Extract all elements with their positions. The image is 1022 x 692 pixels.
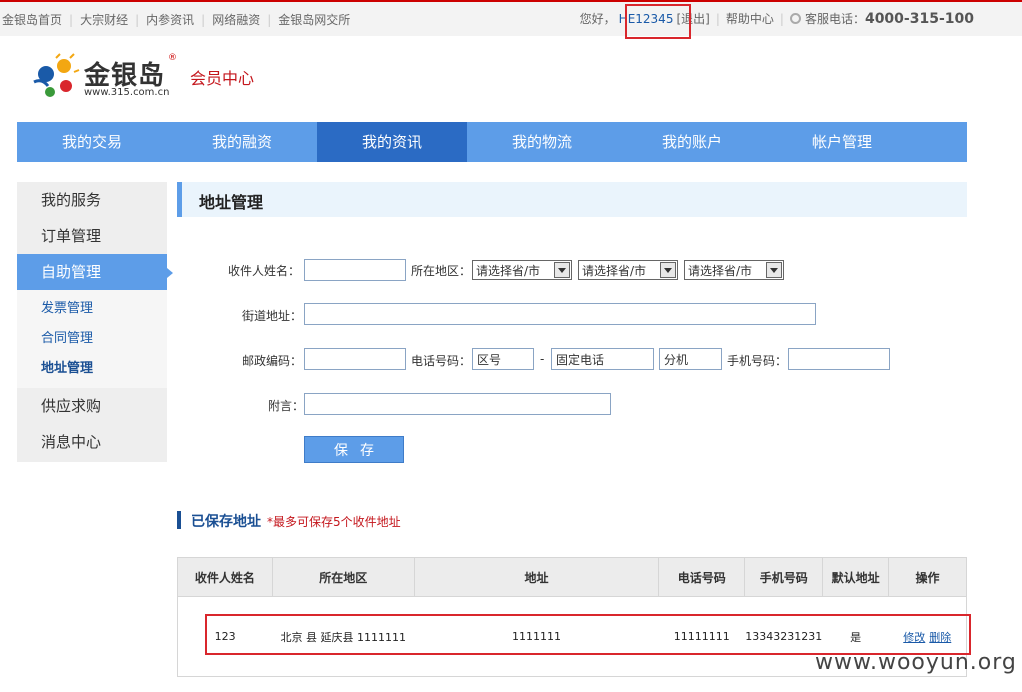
save-button[interactable]: 保存 — [304, 436, 404, 463]
username-highlight-box — [625, 4, 691, 39]
sidebar-item-my-services[interactable]: 我的服务 — [17, 182, 167, 218]
province-select-value: 请选择省/市 — [476, 264, 541, 278]
district-select[interactable]: 请选择省/市 — [684, 260, 784, 280]
member-center-title: 会员中心 — [190, 69, 255, 88]
brand-url: www.315.com.cn — [84, 87, 170, 98]
nav-account-management[interactable]: 帐户管理 — [767, 122, 917, 162]
hotline-number: 4000-315-100 — [864, 11, 974, 27]
divider: | — [267, 13, 272, 27]
nav-my-account[interactable]: 我的账户 — [617, 122, 767, 162]
hotline-label: 客服电话： — [804, 12, 865, 26]
phone-dash: - — [540, 352, 545, 366]
divider: | — [201, 13, 206, 27]
district-select-value: 请选择省/市 — [688, 264, 753, 278]
street-address-label: 街道地址： — [242, 309, 303, 323]
chevron-down-icon — [766, 262, 782, 278]
content-header: 地址管理 — [177, 182, 967, 217]
column-header: 操作 — [888, 557, 967, 597]
greeting: 您好， — [579, 12, 616, 26]
mobile-input[interactable] — [788, 348, 890, 370]
divider: | — [135, 13, 140, 27]
note-label: 附言： — [268, 399, 305, 413]
chevron-down-icon — [660, 262, 676, 278]
landline-input[interactable] — [551, 348, 654, 370]
chevron-down-icon — [554, 262, 570, 278]
column-header: 电话号码 — [658, 557, 746, 597]
top-bar: 金银岛首页 | 大宗财经 | 内参资讯 | 网络融资 | 金银岛网交所 您好， HE12345 [退… — [0, 0, 1022, 36]
divider: | — [69, 13, 74, 27]
sidebar-item-messages[interactable]: 消息中心 — [17, 424, 167, 460]
page-title: 地址管理 — [199, 193, 264, 212]
extension-input[interactable] — [659, 348, 722, 370]
main-nav: 我的交易 我的融资 我的资讯 我的物流 我的账户 帐户管理 — [17, 122, 967, 162]
region-label: 所在地区： — [411, 264, 472, 278]
column-header: 默认地址 — [822, 557, 890, 597]
sidebar-sub-invoices[interactable]: 发票管理 — [17, 294, 167, 324]
brand-logo-icon — [33, 53, 80, 97]
top-link-loans[interactable]: 网络融资 — [212, 13, 260, 27]
sidebar-item-supply-demand[interactable]: 供应求购 — [17, 388, 167, 424]
city-select-value: 请选择省/市 — [582, 264, 647, 278]
province-select[interactable]: 请选择省/市 — [472, 260, 572, 280]
street-address-input[interactable] — [304, 303, 816, 325]
registered-mark: ® — [168, 53, 177, 63]
sidebar: 我的服务 订单管理 自助管理 发票管理 合同管理 地址管理 供应求购 消息中心 — [17, 182, 173, 462]
area-code-input[interactable] — [472, 348, 534, 370]
note-input[interactable] — [304, 393, 611, 415]
sidebar-item-self-service[interactable]: 自助管理 — [17, 254, 173, 290]
city-select[interactable]: 请选择省/市 — [578, 260, 678, 280]
nav-my-financing[interactable]: 我的融资 — [167, 122, 317, 162]
divider: | — [715, 12, 720, 26]
divider: | — [779, 12, 784, 26]
top-links: 金银岛首页 | 大宗财经 | 内参资讯 | 网络融资 | 金银岛网交所 — [2, 11, 350, 28]
postal-code-label: 邮政编码： — [242, 354, 303, 368]
sidebar-submenu: 发票管理 合同管理 地址管理 — [17, 290, 167, 388]
nav-my-logistics[interactable]: 我的物流 — [467, 122, 617, 162]
column-header: 地址 — [413, 557, 660, 597]
column-header: 收件人姓名 — [177, 557, 273, 597]
sidebar-item-orders[interactable]: 订单管理 — [17, 218, 167, 254]
phone-icon — [789, 13, 801, 24]
top-link-finance[interactable]: 大宗财经 — [80, 13, 128, 27]
row-highlight-box — [205, 614, 971, 655]
nav-my-trade[interactable]: 我的交易 — [17, 122, 167, 162]
nav-my-info[interactable]: 我的资讯 — [317, 122, 467, 162]
column-header: 手机号码 — [744, 557, 824, 597]
postal-code-input[interactable] — [304, 348, 406, 370]
top-link-home[interactable]: 金银岛首页 — [2, 13, 62, 27]
saved-addresses-header: 已保存地址 *最多可保存5个收件地址 — [177, 511, 401, 530]
recipient-name-label: 收件人姓名： — [228, 264, 301, 278]
top-link-exchange[interactable]: 金银岛网交所 — [278, 13, 350, 27]
watermark: www.wooyun.org — [815, 650, 1017, 675]
recipient-name-input[interactable] — [304, 259, 406, 281]
mobile-label: 手机号码： — [727, 354, 788, 368]
help-center-link[interactable]: 帮助中心 — [726, 12, 774, 26]
sidebar-sub-addresses[interactable]: 地址管理 — [17, 354, 167, 384]
sidebar-sub-contracts[interactable]: 合同管理 — [17, 324, 167, 354]
column-header: 所在地区 — [271, 557, 415, 597]
table-header-row: 收件人姓名 所在地区 地址 电话号码 手机号码 默认地址 操作 — [177, 557, 967, 597]
saved-addresses-note: *最多可保存5个收件地址 — [267, 515, 401, 529]
saved-addresses-title: 已保存地址 — [191, 514, 261, 530]
top-link-news[interactable]: 内参资讯 — [146, 13, 194, 27]
phone-label: 电话号码： — [411, 354, 472, 368]
